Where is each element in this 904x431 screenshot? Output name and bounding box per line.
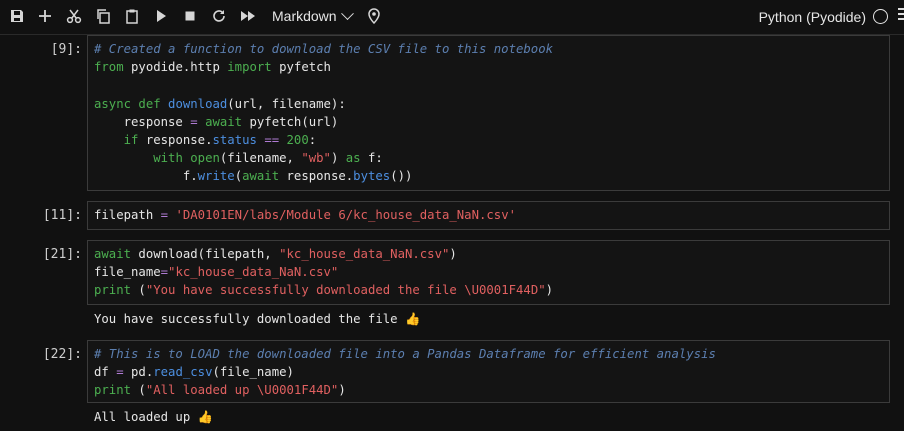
location-pin-icon[interactable] (364, 6, 384, 26)
notebook-toolbar: Markdown Python (Pyodide) (0, 0, 904, 35)
run-icon[interactable] (151, 6, 171, 26)
cell-prompt: [21]: (42, 247, 82, 262)
cell-output: All loaded up 👍 (94, 410, 213, 424)
kernel-status-icon (873, 9, 888, 24)
add-cell-icon[interactable] (35, 6, 55, 26)
cell-type-label: Markdown (272, 8, 337, 24)
cell-type-select[interactable]: Markdown (272, 7, 354, 24)
code-editor[interactable]: # Created a function to download the CSV… (87, 35, 890, 191)
code-text: # This is to LOAD the downloaded file in… (94, 347, 716, 398)
stop-icon[interactable] (180, 6, 200, 26)
fast-forward-icon[interactable] (238, 6, 258, 26)
code-editor[interactable]: # This is to LOAD the downloaded file in… (87, 340, 890, 403)
cell-prompt: [11]: (42, 208, 82, 223)
menu-more-icon[interactable] (898, 8, 904, 24)
chevron-down-icon (340, 7, 354, 21)
cell-prompt: [9]: (50, 42, 82, 57)
copy-icon[interactable] (93, 6, 113, 26)
restart-icon[interactable] (209, 6, 229, 26)
code-editor[interactable]: filepath = 'DA0101EN/labs/Module 6/kc_ho… (87, 201, 890, 230)
code-text: # Created a function to download the CSV… (94, 42, 554, 184)
code-editor[interactable]: await download(filepath, "kc_house_data_… (87, 240, 890, 305)
kernel-name[interactable]: Python (Pyodide) (759, 9, 866, 25)
cell-prompt: [22]: (42, 347, 82, 362)
save-icon[interactable] (7, 6, 27, 26)
code-text: await download(filepath, "kc_house_data_… (94, 247, 554, 298)
cut-icon[interactable] (64, 6, 84, 26)
paste-icon[interactable] (122, 6, 142, 26)
code-text: filepath = 'DA0101EN/labs/Module 6/kc_ho… (94, 208, 517, 222)
cell-output: You have successfully downloaded the fil… (94, 312, 421, 326)
